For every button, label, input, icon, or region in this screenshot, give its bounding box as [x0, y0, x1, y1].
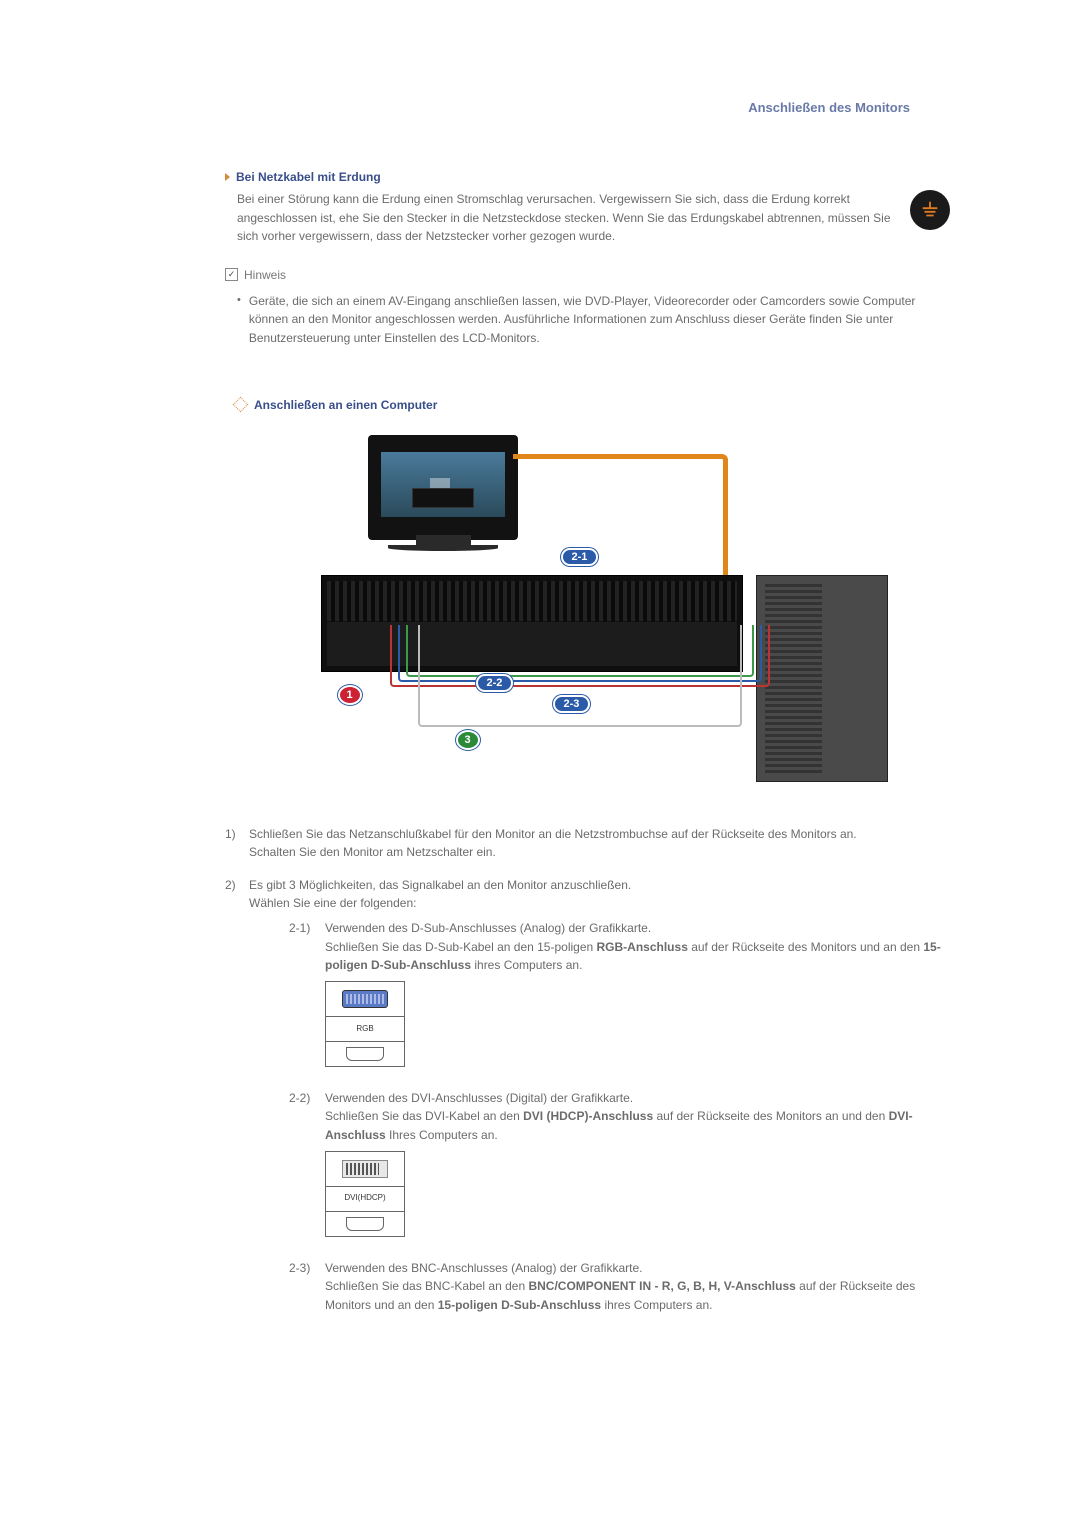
item-number: 2-1): [289, 919, 325, 1075]
item-line: Schalten Sie den Monitor am Netzschalter…: [249, 843, 950, 862]
connection-diagram: 2-1 2-2 2-3 1 3: [288, 430, 888, 795]
section2-heading: Anschließen an einen Computer: [235, 398, 950, 412]
note-body-row: • Geräte, die sich an einem AV-Eingang a…: [237, 292, 950, 348]
list-item: 2) Es gibt 3 Möglichkeiten, das Signalka…: [225, 876, 950, 1329]
monitor-label-icon: [412, 488, 474, 508]
item-number: 2): [225, 876, 249, 1329]
port-label: RGB: [325, 1017, 405, 1041]
list-item: 1) Schließen Sie das Netzanschlußkabel f…: [225, 825, 950, 862]
note-label: Hinweis: [244, 268, 286, 282]
connector-icon: [346, 1217, 384, 1231]
list-item: 2-1) Verwenden des D-Sub-Anschlusses (An…: [289, 919, 950, 1075]
section2-heading-text: Anschließen an einen Computer: [254, 398, 437, 412]
item-line: Schließen Sie das BNC-Kabel an den BNC/C…: [325, 1277, 950, 1314]
bullet-icon: •: [237, 292, 241, 348]
badge-2-3: 2-3: [553, 695, 591, 713]
diamond-icon: [233, 397, 249, 413]
checkbox-icon: ✓: [225, 268, 238, 281]
badge-1: 1: [338, 685, 362, 705]
section1-body: Bei einer Störung kann die Erdung einen …: [237, 190, 910, 246]
item-line: Schließen Sie das D-Sub-Kabel an den 15-…: [325, 938, 950, 975]
note-label-row: ✓ Hinweis: [225, 268, 950, 282]
computer-tower-icon: [756, 575, 888, 782]
item-line: Schließen Sie das Netzanschlußkabel für …: [249, 825, 950, 844]
item-number: 2-2): [289, 1089, 325, 1245]
badge-3: 3: [456, 730, 480, 750]
item-line: Verwenden des DVI-Anschlusses (Digital) …: [325, 1089, 950, 1108]
rgb-port-figure: RGB: [325, 981, 405, 1067]
monitor-foot-icon: [388, 545, 498, 551]
vga-port-icon: [342, 990, 388, 1008]
badge-2-1: 2-1: [561, 548, 599, 566]
list-item: 2-3) Verwenden des BNC-Anschlusses (Anal…: [289, 1259, 950, 1315]
item-line: Verwenden des D-Sub-Anschlusses (Analog)…: [325, 919, 950, 938]
badge-2-2: 2-2: [476, 674, 514, 692]
item-number: 1): [225, 825, 249, 862]
page-title: Anschließen des Monitors: [225, 100, 950, 115]
triangle-icon: [225, 173, 230, 181]
item-line: Wählen Sie eine der folgenden:: [249, 894, 950, 913]
item-line: Schließen Sie das DVI-Kabel an den DVI (…: [325, 1107, 950, 1144]
earth-ground-icon: [910, 190, 950, 230]
dvi-port-figure: DVI(HDCP): [325, 1151, 405, 1237]
dvi-port-icon: [342, 1160, 388, 1178]
item-line: Es gibt 3 Möglichkeiten, das Signalkabel…: [249, 876, 950, 895]
instruction-list: 1) Schließen Sie das Netzanschlußkabel f…: [225, 825, 950, 1329]
list-item: 2-2) Verwenden des DVI-Anschlusses (Digi…: [289, 1089, 950, 1245]
item-number: 2-3): [289, 1259, 325, 1315]
item-line: Verwenden des BNC-Anschlusses (Analog) d…: [325, 1259, 950, 1278]
port-label: DVI(HDCP): [325, 1187, 405, 1211]
connector-icon: [346, 1047, 384, 1061]
section1-heading: Bei Netzkabel mit Erdung: [225, 170, 950, 184]
section1-heading-text: Bei Netzkabel mit Erdung: [236, 170, 381, 184]
note-body: Geräte, die sich an einem AV-Eingang ans…: [249, 292, 950, 348]
